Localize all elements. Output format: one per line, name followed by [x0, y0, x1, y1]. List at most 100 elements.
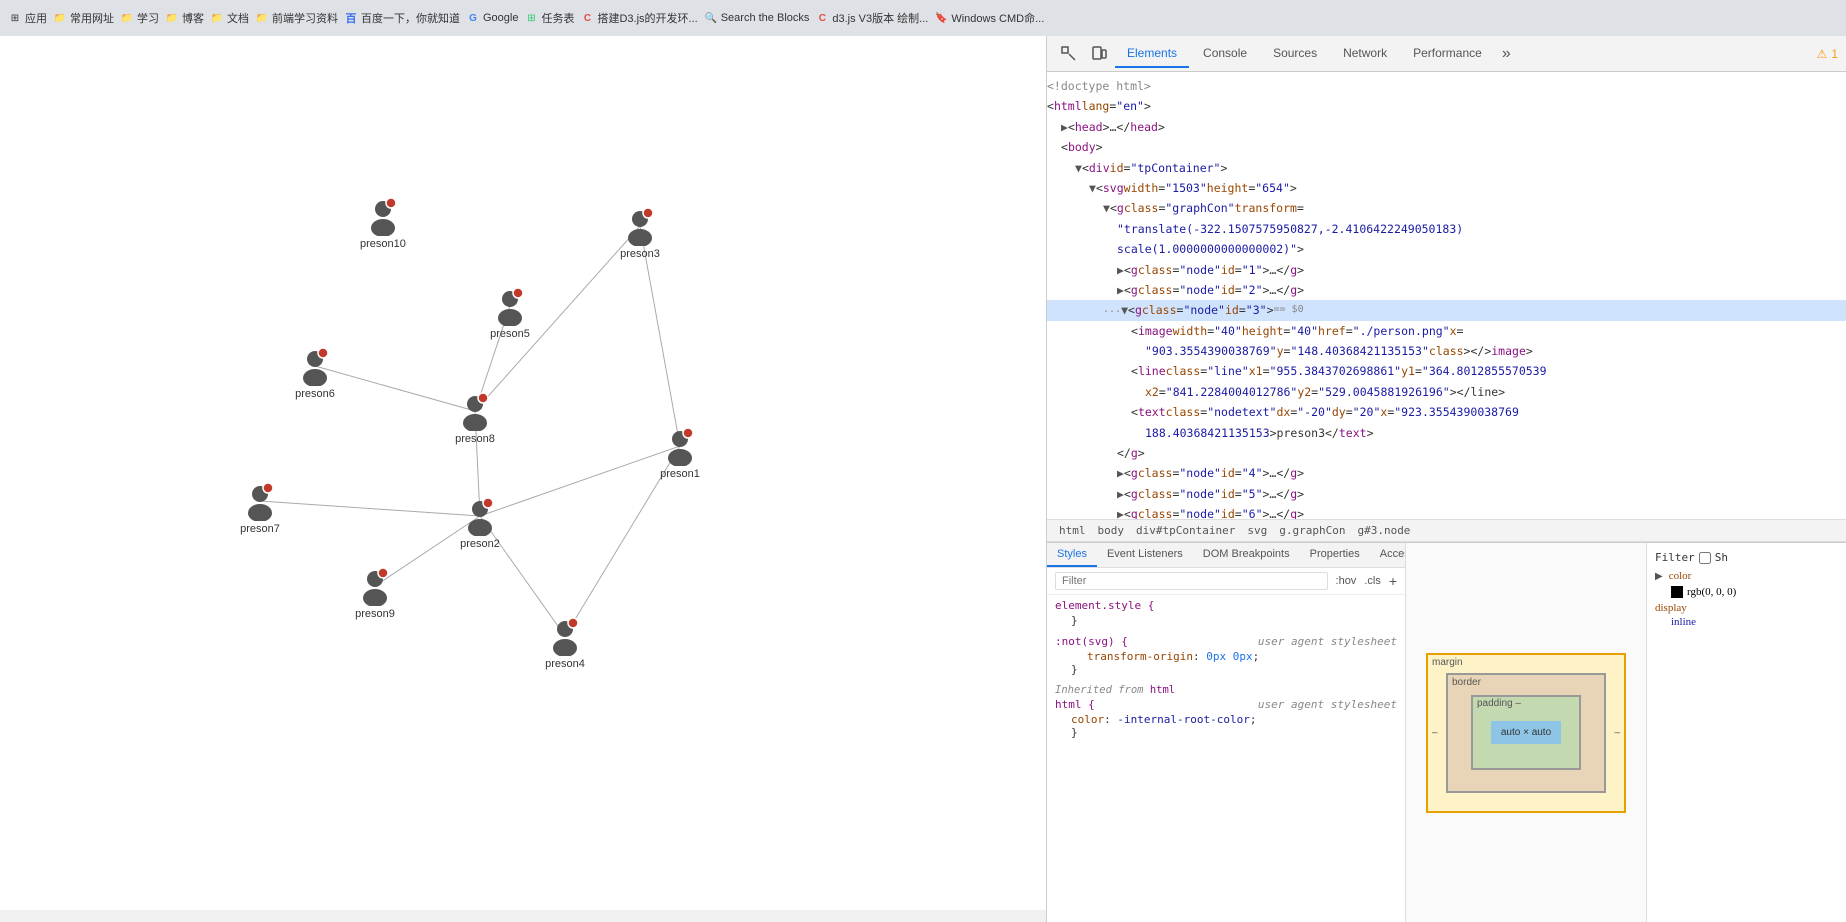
dom-line[interactable]: scale(1.0000000000000002)"> — [1047, 239, 1846, 259]
margin-right-dash: – — [1614, 727, 1620, 738]
device-toolbar-button[interactable] — [1085, 40, 1113, 68]
dom-line[interactable]: ▶ <head>…</head> — [1047, 117, 1846, 137]
dom-line[interactable]: "translate(-322.1507575950827,-2.4106422… — [1047, 219, 1846, 239]
border-box: border padding – auto × auto — [1446, 673, 1606, 793]
node-preson6[interactable]: preson6 — [295, 346, 335, 400]
bookmark-frontend[interactable]: 📁 前端学习资料 — [255, 10, 338, 26]
add-style-button[interactable]: + — [1389, 573, 1397, 589]
box-model-visual: margin – – – – border padding – auto × — [1406, 543, 1646, 922]
tab-console[interactable]: Console — [1191, 40, 1259, 68]
dom-line[interactable]: <line class="line" x1="955.3843702698861… — [1047, 361, 1846, 381]
margin-left-dash: – — [1432, 727, 1438, 738]
node-preson2[interactable]: preson2 — [460, 496, 500, 550]
bookmark-doc[interactable]: 📁 文档 — [210, 10, 249, 26]
node-preson3[interactable]: preson3 — [620, 206, 660, 260]
breadcrumb-item[interactable]: div#tpContainer — [1132, 523, 1239, 538]
dom-line[interactable]: <image width="40" height="40" href="./pe… — [1047, 321, 1846, 341]
bookmark-baidu[interactable]: 百 百度一下，你就知道 — [344, 10, 460, 26]
bookmark-blog[interactable]: 📁 博客 — [165, 10, 204, 26]
tab-event-listeners[interactable]: Event Listeners — [1097, 543, 1193, 567]
breadcrumb-item[interactable]: svg — [1243, 523, 1271, 538]
apps-icon: ⊞ — [8, 11, 22, 25]
node-label: preson10 — [360, 238, 406, 250]
viz-area[interactable]: preson1 preson2 preson3 preson4 preson5 preso… — [0, 36, 1046, 922]
tab-performance[interactable]: Performance — [1401, 40, 1494, 68]
breadcrumb-item[interactable]: g.graphCon — [1275, 523, 1349, 538]
node-preson1[interactable]: preson1 — [660, 426, 700, 480]
dom-line[interactable]: <body> — [1047, 137, 1846, 157]
bookmark-google[interactable]: G Google — [466, 11, 518, 25]
inspect-element-button[interactable] — [1055, 40, 1083, 68]
inherited-from-label: Inherited from html — [1055, 684, 1397, 696]
warning-count: 1 — [1831, 47, 1838, 61]
tab-styles[interactable]: Styles — [1047, 543, 1097, 567]
bookmark-tasks[interactable]: ⊞ 任务表 — [524, 10, 574, 26]
person-icon — [545, 616, 585, 656]
lr-filter-label: Filter — [1655, 551, 1695, 564]
dom-line[interactable]: ▼ <div id="tpContainer"> — [1047, 158, 1846, 178]
connections-svg — [0, 36, 1046, 922]
node-preson7[interactable]: preson7 — [240, 481, 280, 535]
node-label: preson4 — [545, 658, 585, 670]
style-rule-element: element.style { } — [1055, 599, 1397, 627]
bookmark-d3v3-label: d3.js V3版本 绘制... — [832, 10, 928, 26]
tab-sources[interactable]: Sources — [1261, 40, 1329, 68]
styles-tabs: Styles Event Listeners DOM Breakpoints P… — [1047, 543, 1405, 568]
lr-color-prop: color — [1669, 570, 1692, 582]
dom-tree[interactable]: <!doctype html><html lang="en">▶ <head>…… — [1047, 72, 1846, 519]
dom-line[interactable]: 188.40368421135153>preson3</text> — [1047, 423, 1846, 443]
dom-line[interactable]: <html lang="en"> — [1047, 96, 1846, 116]
dom-line[interactable]: ▶ <g class="node" id="4">…</g> — [1047, 463, 1846, 483]
viz-scrollbar[interactable] — [0, 910, 1046, 922]
hov-toggle[interactable]: :hov — [1336, 575, 1357, 587]
dom-line[interactable]: ▶ <g class="node" id="5">…</g> — [1047, 484, 1846, 504]
dom-line[interactable]: </g> — [1047, 443, 1846, 463]
dom-line[interactable]: ▶ <g class="node" id="6">…</g> — [1047, 504, 1846, 519]
node-preson8[interactable]: preson8 — [455, 391, 495, 445]
breadcrumb-item[interactable]: body — [1094, 523, 1129, 538]
bookmark-d3build-label: 搭建D3.js的开发环... — [597, 10, 697, 26]
lr-color-value-row: rgb(0, 0, 0) — [1655, 586, 1838, 598]
dom-line[interactable]: ▼ <svg width="1503" height="654"> — [1047, 178, 1846, 198]
tab-elements[interactable]: Elements — [1115, 40, 1189, 68]
dom-line[interactable]: ▼ <g class="graphCon" transform= — [1047, 198, 1846, 218]
more-tabs-button[interactable]: » — [1496, 41, 1517, 67]
bookmark-common[interactable]: 📁 常用网址 — [53, 10, 114, 26]
dom-line[interactable]: <text class="nodetext" dx="-20" dy="20" … — [1047, 402, 1846, 422]
main-area: preson1 preson2 preson3 preson4 preson5 preso… — [0, 36, 1846, 922]
dom-line[interactable]: "903.3554390038769" y="148.4036842113515… — [1047, 341, 1846, 361]
dom-line[interactable]: <!doctype html> — [1047, 76, 1846, 96]
node-preson10[interactable]: preson10 — [360, 196, 406, 250]
breadcrumb-item[interactable]: g#3.node — [1353, 523, 1414, 538]
dom-line[interactable]: ... ▼ <g class="node" id="3"> == $0 — [1047, 300, 1846, 320]
node-preson5[interactable]: preson5 — [490, 286, 530, 340]
bookmark-study[interactable]: 📁 学习 — [120, 10, 159, 26]
node-label: preson6 — [295, 388, 335, 400]
dom-line[interactable]: x2="841.2284004012786" y2="529.004588192… — [1047, 382, 1846, 402]
lr-show-label: Sh — [1715, 551, 1728, 564]
lr-show-checkbox[interactable] — [1699, 552, 1711, 564]
cls-toggle[interactable]: .cls — [1364, 575, 1381, 587]
bookmark-apps[interactable]: ⊞ 应用 — [8, 10, 47, 26]
tab-dom-breakpoints[interactable]: DOM Breakpoints — [1193, 543, 1300, 567]
bookmark-wincmd[interactable]: 🔖 Windows CMD命... — [934, 10, 1044, 26]
person-icon — [355, 566, 395, 606]
node-preson9[interactable]: preson9 — [355, 566, 395, 620]
person-icon — [660, 426, 700, 466]
devtools-toolbar: Elements Console Sources Network Perform… — [1047, 36, 1846, 72]
dom-line[interactable]: ▶ <g class="node" id="2">…</g> — [1047, 280, 1846, 300]
tab-network[interactable]: Network — [1331, 40, 1399, 68]
bookmark-d3v3[interactable]: C d3.js V3版本 绘制... — [815, 10, 928, 26]
bookmark-wincmd-label: Windows CMD命... — [951, 10, 1044, 26]
breadcrumb-item[interactable]: html — [1055, 523, 1090, 538]
search-icon: 🔍 — [704, 11, 718, 25]
bookmark-d3build[interactable]: C 搭建D3.js的开发环... — [580, 10, 697, 26]
dom-line[interactable]: ▶ <g class="node" id="1">…</g> — [1047, 260, 1846, 280]
bookmark-searchblocks[interactable]: 🔍 Search the Blocks — [704, 11, 810, 25]
node-preson4[interactable]: preson4 — [545, 616, 585, 670]
lr-display-label: display — [1655, 602, 1838, 614]
tab-accessibility[interactable]: Accessibility — [1370, 543, 1406, 567]
bookmark-apps-label: 应用 — [25, 10, 47, 26]
tab-properties[interactable]: Properties — [1300, 543, 1370, 567]
styles-filter-input[interactable] — [1055, 572, 1328, 590]
